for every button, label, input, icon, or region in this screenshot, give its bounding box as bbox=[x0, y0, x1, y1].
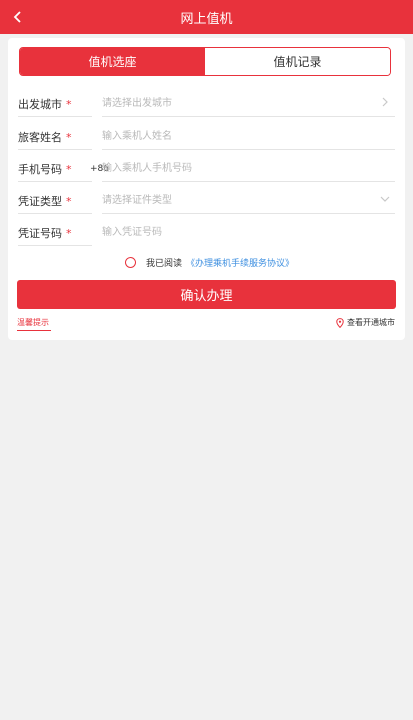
tab-bar: 值机选座 值机记录 bbox=[19, 47, 391, 76]
divider bbox=[102, 149, 395, 150]
passenger-name-input[interactable] bbox=[102, 126, 352, 146]
tab-checkin-records[interactable]: 值机记录 bbox=[205, 48, 390, 75]
id-type-label: 凭证类型 bbox=[18, 195, 62, 208]
chevron-right-icon[interactable] bbox=[377, 94, 393, 110]
agreement-text: 我已阅读 bbox=[146, 258, 183, 269]
required-mark: * bbox=[66, 163, 72, 176]
chevron-down-icon[interactable] bbox=[377, 191, 393, 207]
departure-city-label: 出发城市 bbox=[18, 98, 62, 111]
tips-underline bbox=[17, 330, 51, 331]
required-mark: * bbox=[66, 131, 72, 144]
back-button[interactable] bbox=[6, 5, 30, 29]
phone-row: 手机号码 * +86 bbox=[18, 156, 395, 182]
phone-label: 手机号码 bbox=[18, 163, 62, 176]
confirm-button[interactable]: 确认办理 bbox=[17, 280, 396, 309]
departure-city-row: 出发城市 * bbox=[18, 91, 395, 117]
checkin-card: 值机选座 值机记录 出发城市* 旅客姓名* 手机号码* +86 凭证类型* 凭证… bbox=[8, 38, 405, 340]
agreement-checkbox[interactable] bbox=[125, 256, 136, 268]
agreement-link[interactable]: 《办理乘机手续服务协议》 bbox=[186, 256, 294, 269]
departure-city-input[interactable] bbox=[102, 93, 352, 113]
id-number-label: 凭证号码 bbox=[18, 227, 62, 240]
nav-bar: 网上值机 bbox=[0, 0, 413, 34]
divider bbox=[102, 213, 395, 214]
divider bbox=[102, 181, 395, 182]
agreement-row: 我已阅读 《办理乘机手续服务协议》 bbox=[125, 255, 294, 269]
divider bbox=[18, 116, 92, 117]
page-title: 网上值机 bbox=[180, 11, 233, 27]
required-mark: * bbox=[66, 195, 72, 208]
chevron-left-icon bbox=[13, 11, 21, 23]
divider bbox=[18, 149, 92, 150]
id-type-select[interactable] bbox=[102, 190, 352, 210]
divider bbox=[102, 116, 395, 117]
passenger-name-label: 旅客姓名 bbox=[18, 131, 62, 144]
divider bbox=[18, 213, 92, 214]
passenger-name-row: 旅客姓名 * bbox=[18, 124, 395, 150]
required-mark: * bbox=[66, 98, 72, 111]
view-cities-link[interactable]: 查看开通城市 bbox=[336, 317, 395, 328]
divider bbox=[18, 245, 92, 246]
tips-link[interactable]: 温馨提示 bbox=[17, 317, 49, 328]
id-number-input[interactable] bbox=[102, 222, 352, 242]
phone-input[interactable] bbox=[102, 158, 352, 178]
id-number-row: 凭证号码 * bbox=[18, 220, 395, 246]
view-cities-label: 查看开通城市 bbox=[347, 318, 395, 327]
required-mark: * bbox=[66, 227, 72, 240]
location-pin-icon bbox=[336, 317, 344, 328]
id-type-row: 凭证类型 * bbox=[18, 188, 395, 214]
tab-checkin-seat[interactable]: 值机选座 bbox=[20, 48, 205, 75]
divider bbox=[18, 181, 92, 182]
